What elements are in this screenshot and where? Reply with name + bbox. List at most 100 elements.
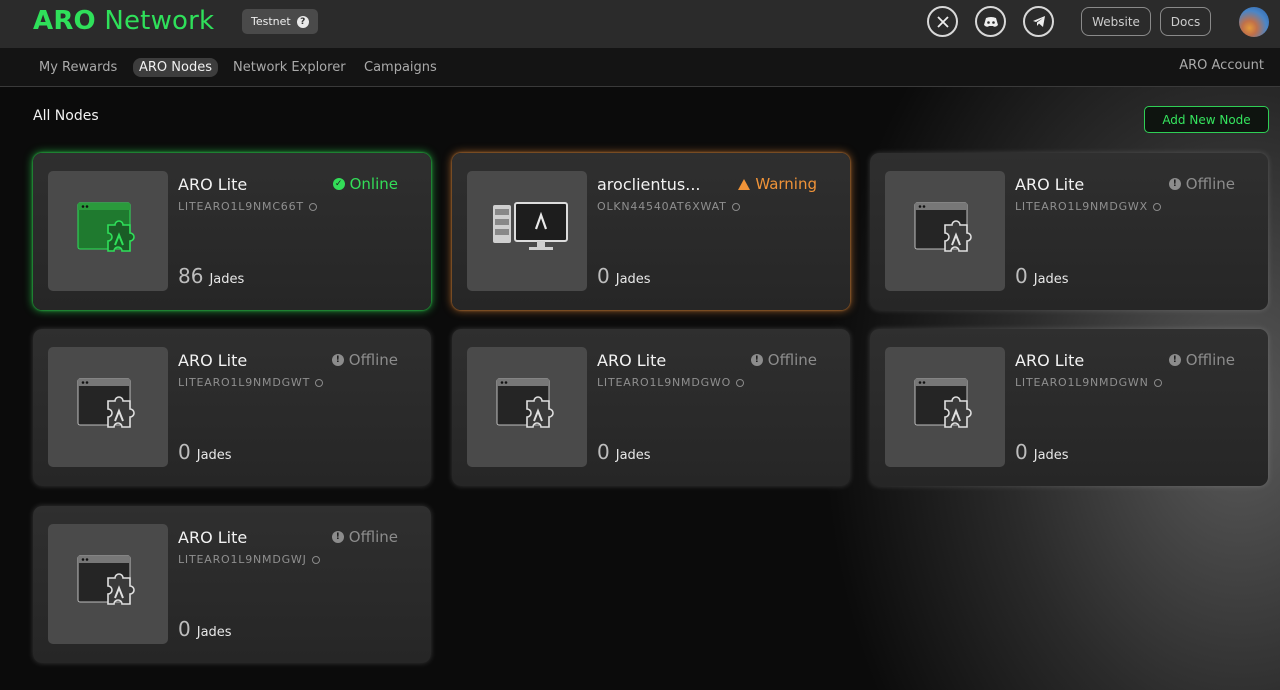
- nav-my-rewards[interactable]: My Rewards: [39, 58, 117, 77]
- nav-network-explorer[interactable]: Network Explorer: [233, 58, 346, 77]
- node-title: ARO Lite: [178, 351, 248, 370]
- warning-icon: [738, 178, 751, 190]
- node-reward: 0 Jades: [597, 440, 651, 464]
- node-title: ARO Lite: [178, 175, 248, 194]
- reward-value: 0: [178, 440, 191, 464]
- node-id-text: LITEARO1L9NMDGWT: [178, 376, 311, 389]
- copy-icon[interactable]: [736, 378, 745, 387]
- node-id: OLKN44540AT6XWAT: [597, 200, 740, 213]
- avatar[interactable]: [1239, 7, 1269, 37]
- node-id: LITEARO1L9NMDGWX: [1015, 200, 1161, 213]
- alert-icon: !: [331, 354, 344, 366]
- node-card[interactable]: ARO Lite LITEARO1L9NMDGWN ! Offline 0 Jad…: [870, 329, 1268, 486]
- reward-value: 0: [597, 264, 610, 288]
- node-id-text: LITEARO1L9NMDGWX: [1015, 200, 1148, 213]
- node-card[interactable]: ARO Lite LITEARO1L9NMDGWT ! Offline 0 Jad…: [33, 329, 431, 486]
- docs-button[interactable]: Docs: [1160, 7, 1211, 36]
- node-title: ARO Lite: [1015, 175, 1085, 194]
- node-id: LITEARO1L9NMDGWT: [178, 376, 324, 389]
- node-reward: 0 Jades: [1015, 264, 1069, 288]
- node-title: ARO Lite: [597, 351, 667, 370]
- node-title: aroclientus...: [597, 175, 701, 194]
- reward-value: 0: [178, 617, 191, 641]
- reward-value: 0: [1015, 264, 1028, 288]
- reward-unit: Jades: [196, 448, 232, 463]
- status-badge: ! Offline: [331, 351, 398, 369]
- node-thumbnail: [467, 171, 587, 291]
- node-id-text: LITEARO1L9NMDGWN: [1015, 376, 1149, 389]
- status-label: Offline: [1185, 175, 1235, 193]
- node-card[interactable]: ARO Lite LITEARO1L9NMC66T ✓ Online 86 Jad…: [33, 153, 431, 310]
- x-icon[interactable]: [927, 6, 958, 37]
- node-id-text: LITEARO1L9NMDGWJ: [178, 553, 307, 566]
- copy-icon[interactable]: [731, 202, 740, 211]
- node-card[interactable]: ARO Lite LITEARO1L9NMDGWX ! Offline 0 Jad…: [870, 153, 1268, 310]
- node-reward: 0 Jades: [597, 264, 651, 288]
- status-label: Warning: [755, 175, 817, 193]
- node-id: LITEARO1L9NMC66T: [178, 200, 317, 213]
- status-label: Offline: [348, 351, 398, 369]
- status-label: Offline: [348, 528, 398, 546]
- network-badge[interactable]: Testnet ?: [242, 9, 318, 34]
- node-id-text: LITEARO1L9NMC66T: [178, 200, 304, 213]
- status-badge: ! Offline: [750, 351, 817, 369]
- reward-unit: Jades: [209, 272, 245, 287]
- reward-unit: Jades: [196, 625, 232, 640]
- node-id: LITEARO1L9NMDGWN: [1015, 376, 1162, 389]
- copy-icon[interactable]: [1153, 378, 1162, 387]
- status-label: Online: [349, 175, 398, 193]
- copy-icon[interactable]: [1152, 202, 1161, 211]
- alert-icon: !: [331, 531, 344, 543]
- status-label: Offline: [767, 351, 817, 369]
- alert-icon: !: [1168, 178, 1181, 190]
- node-id: LITEARO1L9NMDGWO: [597, 376, 745, 389]
- status-badge: ! Offline: [331, 528, 398, 546]
- aro-account-link[interactable]: ARO Account: [1179, 58, 1264, 73]
- node-card[interactable]: ARO Lite LITEARO1L9NMDGWO ! Offline 0 Jad…: [452, 329, 850, 486]
- reward-unit: Jades: [615, 448, 651, 463]
- node-reward: 0 Jades: [178, 617, 232, 641]
- reward-value: 86: [178, 264, 204, 288]
- brand-logo[interactable]: ARO Network: [33, 6, 214, 36]
- node-thumbnail: [48, 347, 168, 467]
- alert-icon: !: [750, 354, 763, 366]
- add-new-node-button[interactable]: Add New Node: [1144, 106, 1269, 133]
- status-badge: Warning: [738, 175, 817, 193]
- node-card[interactable]: ARO Lite LITEARO1L9NMDGWJ ! Offline 0 Jad…: [33, 506, 431, 663]
- copy-icon[interactable]: [315, 378, 324, 387]
- node-id: LITEARO1L9NMDGWJ: [178, 553, 320, 566]
- node-thumbnail: [467, 347, 587, 467]
- copy-icon[interactable]: [308, 202, 317, 211]
- status-badge: ! Offline: [1168, 175, 1235, 193]
- nav-aro-nodes[interactable]: ARO Nodes: [133, 58, 218, 77]
- nav-campaigns[interactable]: Campaigns: [364, 58, 437, 77]
- telegram-icon[interactable]: [1023, 6, 1054, 37]
- node-title: ARO Lite: [1015, 351, 1085, 370]
- node-reward: 0 Jades: [178, 440, 232, 464]
- discord-icon[interactable]: [975, 6, 1006, 37]
- node-thumbnail: [48, 171, 168, 291]
- network-badge-label: Testnet: [251, 15, 291, 28]
- copy-icon[interactable]: [311, 555, 320, 564]
- reward-unit: Jades: [1033, 272, 1069, 287]
- status-label: Offline: [1185, 351, 1235, 369]
- node-thumbnail: [885, 171, 1005, 291]
- reward-value: 0: [597, 440, 610, 464]
- reward-unit: Jades: [615, 272, 651, 287]
- status-badge: ! Offline: [1168, 351, 1235, 369]
- help-icon[interactable]: ?: [296, 15, 309, 28]
- node-title: ARO Lite: [178, 528, 248, 547]
- node-thumbnail: [48, 524, 168, 644]
- check-icon: ✓: [332, 178, 345, 190]
- website-button[interactable]: Website: [1081, 7, 1151, 36]
- node-card[interactable]: aroclientus... OLKN44540AT6XWAT Warning …: [452, 153, 850, 310]
- nav-bar: My Rewards ARO Nodes Network Explorer Ca…: [0, 48, 1280, 87]
- node-id-text: OLKN44540AT6XWAT: [597, 200, 727, 213]
- top-bar: ARO Network Testnet ? Website Docs: [0, 0, 1280, 48]
- status-badge: ✓ Online: [332, 175, 398, 193]
- node-id-text: LITEARO1L9NMDGWO: [597, 376, 732, 389]
- node-reward: 86 Jades: [178, 264, 244, 288]
- alert-icon: !: [1168, 354, 1181, 366]
- section-title: All Nodes: [33, 108, 99, 124]
- node-reward: 0 Jades: [1015, 440, 1069, 464]
